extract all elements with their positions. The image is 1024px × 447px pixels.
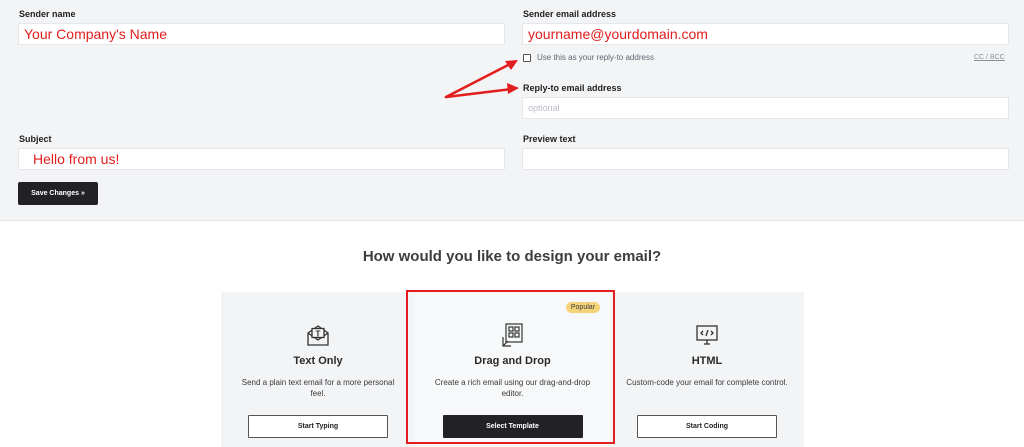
cc-bcc-link[interactable]: CC / BCC: [974, 54, 1005, 61]
html-card[interactable]: HTML Custom-code your email for complete…: [610, 292, 804, 447]
sender-email-label: Sender email address: [523, 9, 617, 19]
drag-and-drop-title: Drag and Drop: [474, 355, 551, 367]
arrowhead-reply-to: [507, 83, 519, 94]
monitor-code-icon: [696, 325, 718, 345]
popular-badge: Popular: [565, 302, 600, 313]
svg-text:T: T: [316, 330, 321, 339]
html-description: Custom-code your email for complete cont…: [626, 378, 788, 387]
preview-text-label: Preview text: [523, 134, 576, 144]
arrow-to-checkbox: [444, 61, 514, 99]
use-reply-to-option[interactable]: Use this as your reply-to address: [523, 53, 654, 62]
design-options: T Text Only Send a plain text email for …: [221, 292, 804, 447]
save-changes-button[interactable]: Save Changes »: [18, 182, 98, 205]
start-coding-button[interactable]: Start Coding: [637, 415, 777, 438]
sender-email-input[interactable]: yourname@yourdomain.com: [522, 23, 1009, 45]
sender-name-input[interactable]: Your Company's Name: [18, 23, 505, 45]
use-reply-to-label: Use this as your reply-to address: [537, 53, 654, 62]
reply-to-label: Reply-to email address: [523, 83, 622, 93]
drag-and-drop-card[interactable]: Popular Drag and Drop Create a rich emai…: [415, 292, 610, 447]
text-only-card[interactable]: T Text Only Send a plain text email for …: [221, 292, 415, 447]
select-template-button[interactable]: Select Template: [442, 415, 583, 438]
start-typing-button[interactable]: Start Typing: [248, 415, 388, 438]
drag-and-drop-description: Create a rich email using our drag-and-d…: [434, 378, 591, 398]
use-reply-to-checkbox[interactable]: [523, 53, 531, 62]
subject-label: Subject: [19, 134, 52, 144]
sender-name-label: Sender name: [19, 9, 76, 19]
subject-input[interactable]: Hello from us!: [18, 148, 505, 170]
arrow-to-reply-to: [444, 87, 514, 99]
text-only-description: Send a plain text email for a more perso…: [241, 378, 395, 398]
design-section-title: How would you like to design your email?: [362, 248, 662, 265]
envelope-text-icon: T: [307, 325, 329, 346]
reply-to-input[interactable]: optional: [522, 97, 1009, 119]
arrowhead-checkbox: [505, 60, 518, 70]
html-title: HTML: [691, 355, 723, 367]
drag-drop-layout-icon: [501, 323, 523, 347]
text-only-title: Text Only: [293, 355, 343, 367]
preview-text-input[interactable]: [522, 148, 1009, 170]
email-settings-form: Sender name Your Company's Name Sender e…: [0, 0, 1024, 221]
